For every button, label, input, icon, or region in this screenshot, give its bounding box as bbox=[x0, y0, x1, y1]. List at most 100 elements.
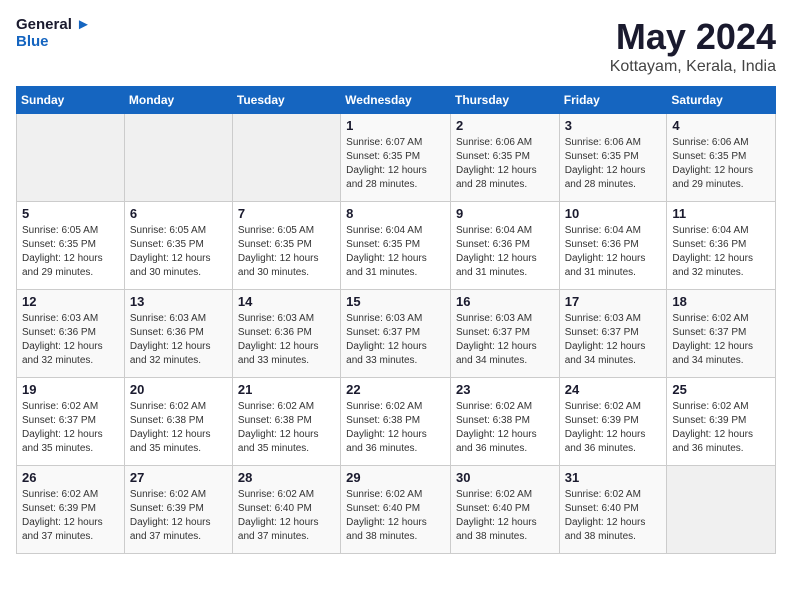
day-number: 16 bbox=[456, 294, 554, 309]
col-header-friday: Friday bbox=[559, 87, 667, 114]
day-info: Sunrise: 6:02 AM Sunset: 6:39 PM Dayligh… bbox=[130, 488, 227, 544]
day-info: Sunrise: 6:02 AM Sunset: 6:38 PM Dayligh… bbox=[130, 400, 227, 456]
calendar-cell: 22 Sunrise: 6:02 AM Sunset: 6:38 PM Dayli… bbox=[341, 378, 451, 466]
day-number: 19 bbox=[22, 382, 119, 397]
calendar-cell: 28Sunrise: 6:02 AM Sunset: 6:40 PM Dayli… bbox=[232, 466, 340, 554]
day-number: 29 bbox=[346, 470, 445, 485]
day-number: 17 bbox=[565, 294, 662, 309]
calendar-cell bbox=[17, 114, 125, 202]
calendar-week-2: 5 Sunrise: 6:05 AM Sunset: 6:35 PM Daylig… bbox=[17, 202, 776, 290]
calendar-week-5: 26 Sunrise: 6:02 AM Sunset: 6:39 PM Dayli… bbox=[17, 466, 776, 554]
day-number: 25 bbox=[672, 382, 770, 397]
day-info: Sunrise: 6:02 AM Sunset: 6:39 PM Dayligh… bbox=[672, 400, 770, 456]
day-info: Sunrise: 6:05 AM Sunset: 6:35 PM Dayligh… bbox=[22, 224, 119, 280]
calendar-cell: 7 Sunrise: 6:05 AM Sunset: 6:35 PM Daylig… bbox=[232, 202, 340, 290]
day-info: Sunrise: 6:04 AM Sunset: 6:36 PM Dayligh… bbox=[672, 224, 770, 280]
day-number: 26 bbox=[22, 470, 119, 485]
day-info: Sunrise: 6:02 AM Sunset: 6:40 PM Dayligh… bbox=[346, 488, 445, 544]
day-info: Sunrise: 6:06 AM Sunset: 6:35 PM Dayligh… bbox=[456, 136, 554, 192]
calendar-cell: 19 Sunrise: 6:02 AM Sunset: 6:37 PM Dayli… bbox=[17, 378, 125, 466]
col-header-thursday: Thursday bbox=[450, 87, 559, 114]
day-number: 2 bbox=[456, 118, 554, 133]
day-number: 20 bbox=[130, 382, 227, 397]
logo-blue: Blue bbox=[16, 33, 91, 50]
calendar-cell: 6 Sunrise: 6:05 AM Sunset: 6:35 PM Daylig… bbox=[124, 202, 232, 290]
day-number: 1 bbox=[346, 118, 445, 133]
day-number: 6 bbox=[130, 206, 227, 221]
day-number: 24 bbox=[565, 382, 662, 397]
day-number: 11 bbox=[672, 206, 770, 221]
calendar-cell: 5 Sunrise: 6:05 AM Sunset: 6:35 PM Daylig… bbox=[17, 202, 125, 290]
day-info: Sunrise: 6:02 AM Sunset: 6:37 PM Dayligh… bbox=[22, 400, 119, 456]
title-block: May 2024 Kottayam, Kerala, India bbox=[610, 16, 776, 76]
month-title: May 2024 bbox=[610, 16, 776, 58]
page-header: General ► Blue May 2024 Kottayam, Kerala… bbox=[16, 16, 776, 76]
day-info: Sunrise: 6:05 AM Sunset: 6:35 PM Dayligh… bbox=[130, 224, 227, 280]
day-info: Sunrise: 6:02 AM Sunset: 6:39 PM Dayligh… bbox=[22, 488, 119, 544]
col-header-wednesday: Wednesday bbox=[341, 87, 451, 114]
day-info: Sunrise: 6:05 AM Sunset: 6:35 PM Dayligh… bbox=[238, 224, 335, 280]
calendar-cell: 26 Sunrise: 6:02 AM Sunset: 6:39 PM Dayli… bbox=[17, 466, 125, 554]
calendar-cell: 15 Sunrise: 6:03 AM Sunset: 6:37 PM Dayli… bbox=[341, 290, 451, 378]
calendar-cell: 23 Sunrise: 6:02 AM Sunset: 6:38 PM Dayli… bbox=[450, 378, 559, 466]
day-number: 7 bbox=[238, 206, 335, 221]
calendar-cell: 14Sunrise: 6:03 AM Sunset: 6:36 PM Dayli… bbox=[232, 290, 340, 378]
calendar-cell: 21 Sunrise: 6:02 AM Sunset: 6:38 PM Dayli… bbox=[232, 378, 340, 466]
calendar-cell: 18 Sunrise: 6:02 AM Sunset: 6:37 PM Dayli… bbox=[667, 290, 776, 378]
calendar-week-4: 19 Sunrise: 6:02 AM Sunset: 6:37 PM Dayli… bbox=[17, 378, 776, 466]
day-info: Sunrise: 6:06 AM Sunset: 6:35 PM Dayligh… bbox=[565, 136, 662, 192]
calendar-cell: 25 Sunrise: 6:02 AM Sunset: 6:39 PM Dayli… bbox=[667, 378, 776, 466]
day-number: 27 bbox=[130, 470, 227, 485]
calendar-cell bbox=[667, 466, 776, 554]
day-info: Sunrise: 6:03 AM Sunset: 6:36 PM Dayligh… bbox=[22, 312, 119, 368]
day-number: 5 bbox=[22, 206, 119, 221]
day-info: Sunrise: 6:02 AM Sunset: 6:38 PM Dayligh… bbox=[346, 400, 445, 456]
day-number: 30 bbox=[456, 470, 554, 485]
col-header-monday: Monday bbox=[124, 87, 232, 114]
day-info: Sunrise: 6:03 AM Sunset: 6:37 PM Dayligh… bbox=[346, 312, 445, 368]
calendar-cell: 3Sunrise: 6:06 AM Sunset: 6:35 PM Daylig… bbox=[559, 114, 667, 202]
logo-general: General ► bbox=[16, 16, 91, 33]
calendar-cell: 30Sunrise: 6:02 AM Sunset: 6:40 PM Dayli… bbox=[450, 466, 559, 554]
calendar-week-3: 12 Sunrise: 6:03 AM Sunset: 6:36 PM Dayli… bbox=[17, 290, 776, 378]
day-number: 10 bbox=[565, 206, 662, 221]
day-info: Sunrise: 6:03 AM Sunset: 6:36 PM Dayligh… bbox=[238, 312, 335, 368]
day-number: 12 bbox=[22, 294, 119, 309]
day-number: 18 bbox=[672, 294, 770, 309]
calendar-cell: 9 Sunrise: 6:04 AM Sunset: 6:36 PM Daylig… bbox=[450, 202, 559, 290]
calendar-cell: 13Sunrise: 6:03 AM Sunset: 6:36 PM Dayli… bbox=[124, 290, 232, 378]
calendar-cell: 4 Sunrise: 6:06 AM Sunset: 6:35 PM Daylig… bbox=[667, 114, 776, 202]
day-number: 9 bbox=[456, 206, 554, 221]
day-info: Sunrise: 6:04 AM Sunset: 6:36 PM Dayligh… bbox=[565, 224, 662, 280]
day-info: Sunrise: 6:03 AM Sunset: 6:36 PM Dayligh… bbox=[130, 312, 227, 368]
day-info: Sunrise: 6:02 AM Sunset: 6:38 PM Dayligh… bbox=[456, 400, 554, 456]
calendar-cell: 16 Sunrise: 6:03 AM Sunset: 6:37 PM Dayli… bbox=[450, 290, 559, 378]
day-info: Sunrise: 6:02 AM Sunset: 6:39 PM Dayligh… bbox=[565, 400, 662, 456]
day-info: Sunrise: 6:03 AM Sunset: 6:37 PM Dayligh… bbox=[456, 312, 554, 368]
calendar-week-1: 1Sunrise: 6:07 AM Sunset: 6:35 PM Daylig… bbox=[17, 114, 776, 202]
day-number: 31 bbox=[565, 470, 662, 485]
day-info: Sunrise: 6:02 AM Sunset: 6:37 PM Dayligh… bbox=[672, 312, 770, 368]
calendar-cell: 12 Sunrise: 6:03 AM Sunset: 6:36 PM Dayli… bbox=[17, 290, 125, 378]
col-header-tuesday: Tuesday bbox=[232, 87, 340, 114]
calendar-table: SundayMondayTuesdayWednesdayThursdayFrid… bbox=[16, 86, 776, 554]
day-info: Sunrise: 6:04 AM Sunset: 6:35 PM Dayligh… bbox=[346, 224, 445, 280]
day-number: 15 bbox=[346, 294, 445, 309]
day-number: 4 bbox=[672, 118, 770, 133]
day-info: Sunrise: 6:02 AM Sunset: 6:40 PM Dayligh… bbox=[238, 488, 335, 544]
calendar-cell: 1Sunrise: 6:07 AM Sunset: 6:35 PM Daylig… bbox=[341, 114, 451, 202]
calendar-cell: 20 Sunrise: 6:02 AM Sunset: 6:38 PM Dayli… bbox=[124, 378, 232, 466]
location-subtitle: Kottayam, Kerala, India bbox=[610, 58, 776, 76]
day-info: Sunrise: 6:02 AM Sunset: 6:38 PM Dayligh… bbox=[238, 400, 335, 456]
day-number: 23 bbox=[456, 382, 554, 397]
day-info: Sunrise: 6:06 AM Sunset: 6:35 PM Dayligh… bbox=[672, 136, 770, 192]
calendar-cell: 11 Sunrise: 6:04 AM Sunset: 6:36 PM Dayli… bbox=[667, 202, 776, 290]
calendar-cell: 2 Sunrise: 6:06 AM Sunset: 6:35 PM Daylig… bbox=[450, 114, 559, 202]
day-info: Sunrise: 6:04 AM Sunset: 6:36 PM Dayligh… bbox=[456, 224, 554, 280]
calendar-cell: 27 Sunrise: 6:02 AM Sunset: 6:39 PM Dayli… bbox=[124, 466, 232, 554]
day-number: 22 bbox=[346, 382, 445, 397]
calendar-cell: 31Sunrise: 6:02 AM Sunset: 6:40 PM Dayli… bbox=[559, 466, 667, 554]
col-header-saturday: Saturday bbox=[667, 87, 776, 114]
day-number: 21 bbox=[238, 382, 335, 397]
calendar-cell bbox=[232, 114, 340, 202]
